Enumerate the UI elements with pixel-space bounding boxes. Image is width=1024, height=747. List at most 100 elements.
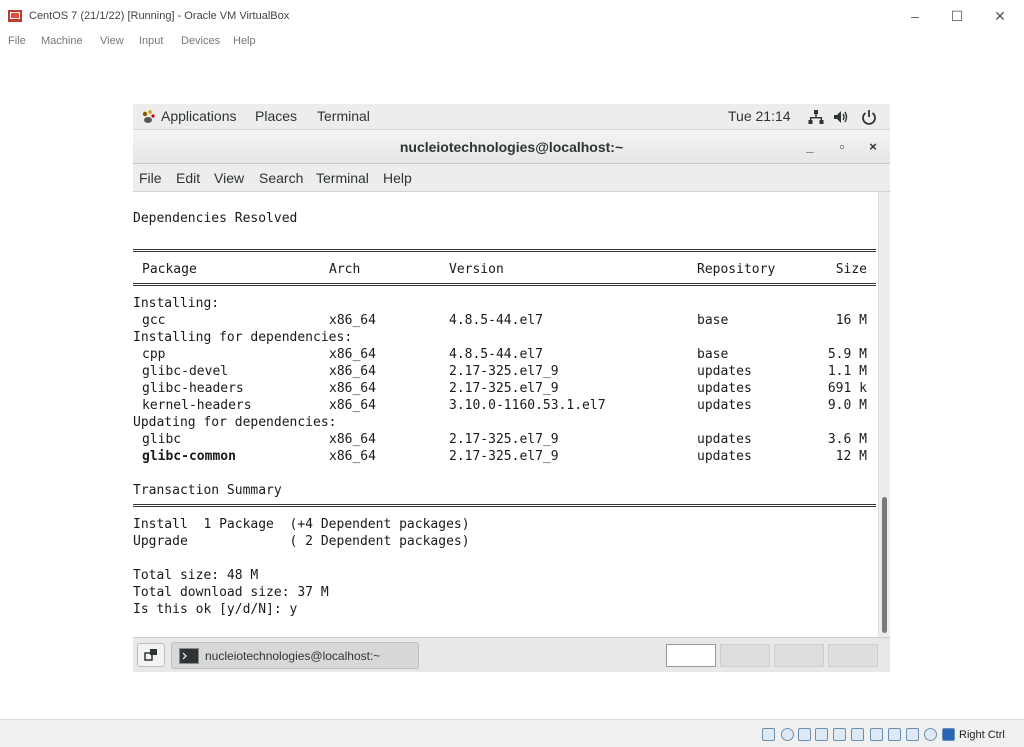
vbox-menu-file[interactable]: File	[8, 35, 26, 47]
row-arch: x86_64	[329, 381, 376, 396]
places-menu[interactable]: Places	[255, 108, 297, 124]
workspace-1[interactable]	[666, 644, 716, 667]
row-version: 2.17-325.el7_9	[449, 449, 559, 464]
vbox-window-title: CentOS 7 (21/1/22) [Running] - Oracle VM…	[29, 10, 290, 22]
mouse-integration-icon[interactable]	[924, 728, 937, 741]
row-repository: updates	[697, 432, 752, 447]
vbox-minimize-button[interactable]: –	[900, 6, 930, 26]
row-package: glibc-headers	[142, 381, 244, 396]
vbox-maximize-button[interactable]: ☐	[942, 6, 972, 26]
table-row: gcc x86_64 4.8.5-44.el7 base 16 M	[133, 312, 876, 329]
row-package: glibc-common	[142, 449, 236, 464]
row-size: 3.6 M	[827, 432, 867, 447]
table-row: kernel-headers x86_64 3.10.0-1160.53.1.e…	[133, 397, 876, 414]
row-repository: updates	[697, 381, 752, 396]
upgrade-summary: Upgrade ( 2 Dependent packages)	[133, 534, 470, 549]
section-installing: Installing:	[133, 296, 220, 311]
row-version: 4.8.5-44.el7	[449, 313, 543, 328]
vbox-menu-devices[interactable]: Devices	[181, 35, 220, 47]
row-size: 12 M	[835, 449, 867, 464]
terminal-window-title: nucleiotechnologies@localhost:~	[399, 139, 624, 155]
table-row: glibc-headers x86_64 2.17-325.el7_9 upda…	[133, 380, 876, 397]
power-icon[interactable]	[861, 109, 877, 125]
network-icon[interactable]	[808, 109, 824, 125]
row-size: 9.0 M	[827, 398, 867, 413]
terminal-titlebar[interactable]: nucleiotechnologies@localhost:~ _ ▫ ×	[133, 130, 890, 164]
keyboard-capture-icon[interactable]	[942, 728, 955, 741]
terminal-menu-edit[interactable]: Edit	[176, 170, 200, 186]
display-icon[interactable]	[870, 728, 883, 741]
row-version: 2.17-325.el7_9	[449, 381, 559, 396]
row-version: 3.10.0-1160.53.1.el7	[449, 398, 606, 413]
terminal-scrollbar[interactable]	[878, 192, 890, 637]
shared-folders-icon[interactable]	[851, 728, 864, 741]
row-package: cpp	[142, 347, 166, 362]
clock[interactable]: Tue 21:14	[728, 108, 791, 124]
vbox-menu-view[interactable]: View	[100, 35, 124, 47]
table-row: glibc x86_64 2.17-325.el7_9 updates 3.6 …	[133, 431, 876, 448]
row-repository: updates	[697, 398, 752, 413]
applications-menu[interactable]: Applications	[161, 108, 237, 124]
row-package: kernel-headers	[142, 398, 252, 413]
workspace-2[interactable]	[720, 644, 770, 667]
audio-icon[interactable]	[798, 728, 811, 741]
terminal-menu-help[interactable]: Help	[383, 170, 412, 186]
workspace-4[interactable]	[828, 644, 878, 667]
gnome-top-panel: Applications Places Terminal Tue 21:14	[133, 104, 890, 130]
vbox-menu-machine[interactable]: Machine	[41, 35, 83, 47]
vbox-titlebar: CentOS 7 (21/1/22) [Running] - Oracle VM…	[0, 0, 1024, 32]
video-capture-icon[interactable]	[888, 728, 901, 741]
hard-disk-icon[interactable]	[762, 728, 775, 741]
gnome-bottom-panel: nucleiotechnologies@localhost:~	[133, 637, 890, 672]
row-version: 2.17-325.el7_9	[449, 432, 559, 447]
row-package: gcc	[142, 313, 166, 328]
table-row: glibc-devel x86_64 2.17-325.el7_9 update…	[133, 363, 876, 380]
taskbar-terminal-window[interactable]: nucleiotechnologies@localhost:~	[171, 642, 419, 669]
terminal-maximize-button[interactable]: ▫	[833, 138, 851, 156]
terminal-menu-terminal[interactable]: Terminal	[316, 170, 369, 186]
workspace-3[interactable]	[774, 644, 824, 667]
vbox-menu-input[interactable]: Input	[139, 35, 163, 47]
show-desktop-button[interactable]	[137, 643, 165, 667]
terminal-close-button[interactable]: ×	[864, 138, 882, 156]
terminal-menu-file[interactable]: File	[139, 170, 162, 186]
scrollbar-thumb[interactable]	[882, 497, 887, 633]
terminal-minimize-button[interactable]: _	[801, 138, 819, 156]
row-arch: x86_64	[329, 432, 376, 447]
vbox-close-button[interactable]: ✕	[985, 6, 1015, 26]
row-version: 2.17-325.el7_9	[449, 364, 559, 379]
row-size: 1.1 M	[827, 364, 867, 379]
row-package: glibc	[142, 432, 182, 447]
confirm-prompt[interactable]: Is this ok [y/d/N]: y	[133, 601, 297, 618]
row-size: 691 k	[827, 381, 867, 396]
usb-icon[interactable]	[833, 728, 846, 741]
terminal-menu-search[interactable]: Search	[259, 170, 303, 186]
section-updating-deps: Updating for dependencies:	[133, 415, 337, 430]
virtualization-icon[interactable]	[906, 728, 919, 741]
row-arch: x86_64	[329, 364, 376, 379]
terminal-menu-view[interactable]: View	[214, 170, 244, 186]
virtualbox-app-icon	[8, 10, 22, 22]
network-adapter-icon[interactable]	[815, 728, 828, 741]
row-version: 4.8.5-44.el7	[449, 347, 543, 362]
host-key-label: Right Ctrl	[959, 729, 1005, 741]
header-arch: Arch	[329, 262, 361, 277]
volume-icon[interactable]	[833, 109, 849, 125]
row-repository: base	[697, 313, 729, 328]
terminal-app-menu[interactable]: Terminal	[317, 108, 370, 124]
show-desktop-icon	[144, 649, 157, 661]
dependencies-resolved-text: Dependencies Resolved	[133, 211, 298, 226]
table-row: glibc-common x86_64 2.17-325.el7_9 updat…	[133, 448, 876, 465]
table-row: cpp x86_64 4.8.5-44.el7 base 5.9 M	[133, 346, 876, 363]
terminal-menubar: File Edit View Search Terminal Help	[133, 164, 890, 192]
row-size: 5.9 M	[827, 347, 867, 362]
separator	[133, 283, 876, 289]
header-size: Size	[835, 262, 867, 277]
terminal-icon	[179, 648, 199, 664]
row-arch: x86_64	[329, 449, 376, 464]
vbox-statusbar: Right Ctrl	[0, 719, 1024, 747]
row-repository: base	[697, 347, 729, 362]
vbox-menu-help[interactable]: Help	[233, 35, 256, 47]
optical-drive-icon[interactable]	[781, 728, 794, 741]
terminal-output[interactable]: Dependencies Resolved Package Arch Versi…	[133, 192, 878, 637]
